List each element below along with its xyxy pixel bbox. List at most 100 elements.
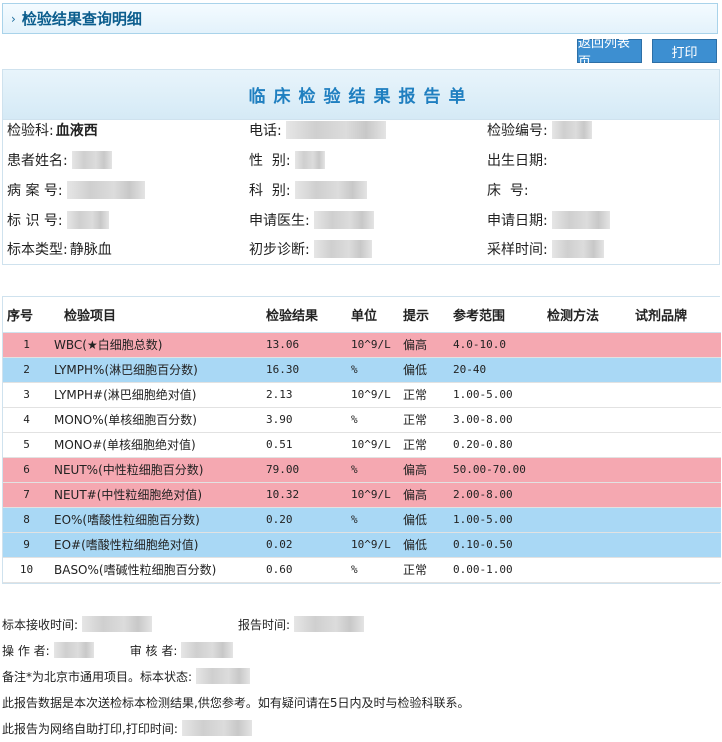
record-no-field: 病 案 号:	[7, 178, 145, 202]
gender-label: 性 别:	[249, 153, 291, 169]
cell-hint: 偏低	[399, 507, 449, 533]
table-row: 1 WBC(★白细胞总数) 13.06 10^9/L 偏高 4.0-10.0	[3, 332, 721, 358]
dept-value: 血液西	[55, 123, 98, 139]
redacted-receive-time	[82, 616, 153, 632]
cell-result: 0.60	[262, 557, 347, 583]
redacted-doctor	[313, 211, 374, 229]
patient-name-field: 患者姓名:	[7, 148, 112, 172]
info-row-4: 标 识 号: 申请医生: 申请日期:	[3, 208, 719, 232]
record-no-label: 病 案 号:	[7, 183, 63, 199]
cell-hint: 正常	[399, 407, 449, 433]
cell-result: 2.13	[262, 382, 347, 408]
redacted-test-no	[551, 121, 592, 139]
cell-unit: %	[347, 507, 399, 533]
table-row: 4 MONO%(单核细胞百分数) 3.90% 正常 3.00-8.00	[3, 407, 721, 433]
diagnosis-field: 初步诊断:	[249, 237, 372, 261]
cell-hint: 偏高	[399, 482, 449, 508]
cell-no: 10	[3, 557, 50, 583]
bed-field: 床 号:	[487, 178, 529, 202]
table-row: 6 NEUT%(中性粒细胞百分数) 79.00% 偏高 50.00-70.00	[3, 457, 721, 483]
table-header-row: 序号 检验项目 检验结果 单位 提示 参考范围 检测方法 试剂品牌	[3, 297, 721, 333]
report-heading: 临床检验结果报告单	[248, 87, 474, 107]
col-header-unit: 单位	[347, 297, 399, 333]
chevron-right-icon: ›	[11, 11, 16, 26]
cell-method	[543, 407, 631, 433]
cell-range: 4.0-10.0	[449, 332, 543, 358]
redacted-patient-name	[71, 151, 112, 169]
redacted-operator	[53, 642, 94, 658]
birth-label: 出生日期:	[487, 153, 548, 169]
results-table: 序号 检验项目 检验结果 单位 提示 参考范围 检测方法 试剂品牌 1 WBC(★…	[3, 297, 721, 583]
cell-result: 3.90	[262, 407, 347, 433]
apply-date-field: 申请日期:	[487, 208, 610, 232]
bed-label: 床 号:	[487, 183, 529, 199]
cell-item: NEUT%(中性粒细胞百分数)	[50, 457, 262, 483]
redacted-sample-time	[551, 240, 604, 258]
cell-unit: 10^9/L	[347, 532, 399, 558]
table-row: 2 LYMPH%(淋巴细胞百分数) 16.30% 偏低 20-40	[3, 357, 721, 383]
redacted-diagnosis	[313, 240, 372, 258]
results-table-panel: 序号 检验项目 检验结果 单位 提示 参考范围 检测方法 试剂品牌 1 WBC(★…	[2, 296, 721, 584]
info-row-3: 病 案 号: 科 别: 床 号:	[3, 178, 719, 202]
print-time-line: 此报告为网络自助打印,打印时间:	[2, 718, 252, 738]
test-no-label: 检验编号:	[487, 123, 548, 139]
print-button[interactable]: 打印	[652, 39, 717, 63]
sample-time-label: 采样时间:	[487, 242, 548, 258]
table-row: 3 LYMPH#(淋巴细胞绝对值) 2.13 10^9/L 正常 1.00-5.00	[3, 382, 721, 408]
operator-line: 操 作 者: 审 核 者:	[2, 640, 234, 660]
cell-reagent	[631, 532, 721, 558]
redacted-report-time	[294, 616, 365, 632]
col-header-range: 参考范围	[449, 297, 543, 333]
col-header-item: 检验项目	[50, 297, 262, 333]
cell-item: BASO%(嗜碱性粒细胞百分数)	[50, 557, 262, 583]
cell-item: WBC(★白细胞总数)	[50, 332, 262, 358]
sample-type-label: 标本类型:	[7, 242, 68, 258]
cell-hint: 正常	[399, 382, 449, 408]
cell-no: 8	[3, 507, 50, 533]
sample-time-field: 采样时间:	[487, 237, 604, 261]
cell-range: 1.00-5.00	[449, 382, 543, 408]
cell-no: 1	[3, 332, 50, 358]
id-no-label: 标 识 号:	[7, 213, 63, 229]
table-row: 10 BASO%(嗜碱性粒细胞百分数) 0.60% 正常 0.00-1.00	[3, 557, 721, 583]
col-header-no: 序号	[3, 297, 50, 333]
cell-unit: %	[347, 457, 399, 483]
test-no-field: 检验编号:	[487, 118, 592, 142]
cell-range: 2.00-8.00	[449, 482, 543, 508]
cell-unit: %	[347, 407, 399, 433]
cell-method	[543, 432, 631, 458]
cell-result: 0.20	[262, 507, 347, 533]
back-to-list-button[interactable]: 返回列表页	[577, 36, 642, 70]
redacted-id-no	[66, 211, 109, 229]
doctor-label: 申请医生:	[249, 213, 310, 229]
receive-time-label: 标本接收时间:	[2, 617, 79, 632]
cell-method	[543, 457, 631, 483]
info-row-1: 检验科: 血液西 电话: 检验编号:	[3, 118, 719, 142]
disclaimer-line: 此报告数据是本次送检标本检测结果,供您参考。如有疑问请在5日内及时与检验科联系。	[2, 692, 469, 712]
redacted-reviewer	[181, 642, 234, 658]
cell-item: EO%(嗜酸性粒细胞百分数)	[50, 507, 262, 533]
report-heading-bar: 临床检验结果报告单	[3, 70, 719, 120]
page-title: 检验结果查询明细	[21, 10, 142, 28]
cell-no: 6	[3, 457, 50, 483]
phone-label: 电话:	[249, 123, 282, 139]
redacted-apply-date	[551, 211, 610, 229]
cell-no: 7	[3, 482, 50, 508]
cell-unit: 10^9/L	[347, 482, 399, 508]
gender-field: 性 别:	[249, 148, 325, 172]
apply-date-label: 申请日期:	[487, 213, 548, 229]
ward-field: 科 别:	[249, 178, 367, 202]
cell-hint: 正常	[399, 557, 449, 583]
reviewer-label: 审 核 者:	[129, 643, 178, 658]
redacted-gender	[294, 151, 325, 169]
cell-hint: 正常	[399, 432, 449, 458]
cell-range: 0.10-0.50	[449, 532, 543, 558]
redacted-print-time	[181, 720, 252, 736]
cell-reagent	[631, 332, 721, 358]
cell-result: 0.02	[262, 532, 347, 558]
redacted-phone	[285, 121, 386, 139]
cell-method	[543, 482, 631, 508]
cell-method	[543, 332, 631, 358]
cell-method	[543, 557, 631, 583]
info-row-5: 标本类型: 静脉血 初步诊断: 采样时间:	[3, 237, 719, 261]
